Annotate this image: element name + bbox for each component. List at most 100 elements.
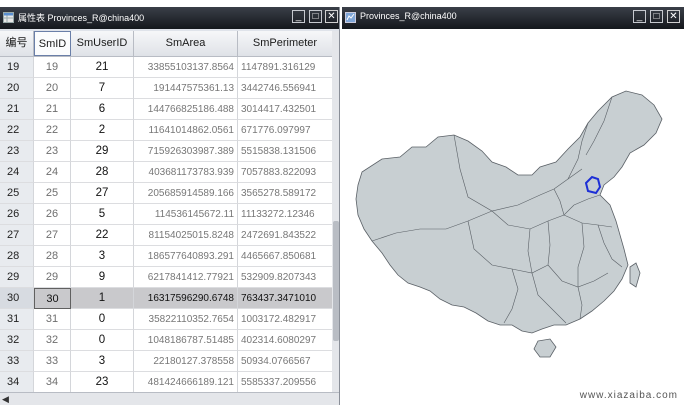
smid-cell[interactable]: 22	[34, 120, 71, 141]
attribute-table-titlebar[interactable]: 属性表 Provinces_R@china400 _ □ ✕	[0, 7, 339, 29]
row-number-cell[interactable]: 24	[0, 162, 34, 183]
smarea-cell[interactable]: 481424666189.121	[134, 372, 238, 392]
smarea-cell[interactable]: 191447575361.13	[134, 78, 238, 99]
smid-cell[interactable]: 28	[34, 246, 71, 267]
row-number-cell[interactable]: 26	[0, 204, 34, 225]
china-map[interactable]	[342, 29, 684, 405]
smperimeter-cell[interactable]: 50934.0766567	[238, 351, 332, 372]
smid-cell[interactable]: 24	[34, 162, 71, 183]
smid-cell[interactable]: 23	[34, 141, 71, 162]
smuserid-cell[interactable]: 7	[71, 78, 134, 99]
smarea-cell[interactable]: 81154025015.8248	[134, 225, 238, 246]
hainan-shape[interactable]	[533, 338, 557, 358]
smuserid-cell[interactable]: 0	[71, 330, 134, 351]
smuserid-cell[interactable]: 9	[71, 267, 134, 288]
taiwan-shape[interactable]	[629, 262, 641, 288]
row-number-cell[interactable]: 30	[0, 288, 34, 309]
smperimeter-cell[interactable]: 1147891.316129	[238, 57, 332, 78]
smarea-cell[interactable]: 16317596290.6748	[134, 288, 238, 309]
smuserid-cell[interactable]: 2	[71, 120, 134, 141]
map-maximize-button[interactable]: □	[650, 10, 663, 23]
smperimeter-cell[interactable]: 7057883.822093	[238, 162, 332, 183]
smperimeter-cell[interactable]: 1003172.482917	[238, 309, 332, 330]
vertical-scroll-thumb[interactable]	[333, 221, 339, 341]
maximize-button[interactable]: □	[309, 10, 322, 23]
row-number-cell[interactable]: 19	[0, 57, 34, 78]
row-number-cell[interactable]: 25	[0, 183, 34, 204]
smarea-cell[interactable]: 22180127.378558	[134, 351, 238, 372]
smperimeter-cell[interactable]: 5585337.209556	[238, 372, 332, 392]
smuserid-cell[interactable]: 3	[71, 246, 134, 267]
smuserid-cell[interactable]: 1	[71, 288, 134, 309]
smperimeter-cell[interactable]: 763437.3471010	[238, 288, 332, 309]
row-number-cell[interactable]: 34	[0, 372, 34, 392]
row-number-cell[interactable]: 21	[0, 99, 34, 120]
column-header-smuserid[interactable]: SmUserID	[71, 31, 134, 56]
row-number-cell[interactable]: 20	[0, 78, 34, 99]
smuserid-cell[interactable]: 29	[71, 141, 134, 162]
smid-cell[interactable]: 21	[34, 99, 71, 120]
smid-cell[interactable]: 19	[34, 57, 71, 78]
smarea-cell[interactable]: 35822110352.7654	[134, 309, 238, 330]
smid-cell[interactable]: 20	[34, 78, 71, 99]
smarea-cell[interactable]: 6217841412.77921	[134, 267, 238, 288]
column-header-smperimeter[interactable]: SmPerimeter	[238, 31, 332, 56]
smarea-cell[interactable]: 205685914589.166	[134, 183, 238, 204]
smarea-cell[interactable]: 11641014862.0561	[134, 120, 238, 141]
close-button[interactable]: ✕	[325, 10, 338, 23]
smarea-cell[interactable]: 186577640893.291	[134, 246, 238, 267]
smperimeter-cell[interactable]: 3565278.589172	[238, 183, 332, 204]
row-number-cell[interactable]: 32	[0, 330, 34, 351]
smuserid-cell[interactable]: 21	[71, 57, 134, 78]
smperimeter-cell[interactable]: 3014417.432501	[238, 99, 332, 120]
smarea-cell[interactable]: 114536145672.11	[134, 204, 238, 225]
smid-cell[interactable]: 27	[34, 225, 71, 246]
column-header-smid[interactable]: SmID	[34, 31, 71, 56]
smperimeter-cell[interactable]: 5515838.131506	[238, 141, 332, 162]
smid-cell[interactable]: 29	[34, 267, 71, 288]
smarea-cell[interactable]: 144766825186.488	[134, 99, 238, 120]
smuserid-cell[interactable]: 6	[71, 99, 134, 120]
smperimeter-cell[interactable]: 532909.8207343	[238, 267, 332, 288]
scroll-left-arrow-icon[interactable]: ◀	[2, 394, 9, 405]
map-minimize-button[interactable]: _	[633, 10, 646, 23]
horizontal-scrollbar[interactable]: ◀	[0, 392, 339, 405]
smarea-cell[interactable]: 403681173783.939	[134, 162, 238, 183]
smperimeter-cell[interactable]: 402314.6080297	[238, 330, 332, 351]
row-number-cell[interactable]: 29	[0, 267, 34, 288]
smperimeter-cell[interactable]: 4465667.850681	[238, 246, 332, 267]
map-titlebar[interactable]: Provinces_R@china400 _ □ ✕	[342, 7, 684, 29]
smperimeter-cell[interactable]: 2472691.843522	[238, 225, 332, 246]
smid-cell[interactable]: 30	[34, 288, 71, 309]
smarea-cell[interactable]: 1048186787.51485	[134, 330, 238, 351]
smuserid-cell[interactable]: 23	[71, 372, 134, 392]
smid-cell[interactable]: 25	[34, 183, 71, 204]
row-number-cell[interactable]: 33	[0, 351, 34, 372]
row-number-cell[interactable]: 28	[0, 246, 34, 267]
attribute-grid[interactable]: 编号 SmID SmUserID SmArea SmPerimeter 19 19…	[0, 31, 332, 392]
smarea-cell[interactable]: 33855103137.8564	[134, 57, 238, 78]
smuserid-cell[interactable]: 28	[71, 162, 134, 183]
mainland-china-shape[interactable]	[355, 90, 663, 334]
smid-cell[interactable]: 31	[34, 309, 71, 330]
minimize-button[interactable]: _	[292, 10, 305, 23]
smuserid-cell[interactable]: 3	[71, 351, 134, 372]
column-header-num[interactable]: 编号	[0, 31, 34, 56]
row-number-cell[interactable]: 22	[0, 120, 34, 141]
vertical-scrollbar[interactable]	[332, 31, 339, 392]
map-close-button[interactable]: ✕	[667, 10, 680, 23]
smuserid-cell[interactable]: 5	[71, 204, 134, 225]
smperimeter-cell[interactable]: 671776.097997	[238, 120, 332, 141]
row-number-cell[interactable]: 31	[0, 309, 34, 330]
column-header-smarea[interactable]: SmArea	[134, 31, 238, 56]
smid-cell[interactable]: 26	[34, 204, 71, 225]
smid-cell[interactable]: 33	[34, 351, 71, 372]
row-number-cell[interactable]: 27	[0, 225, 34, 246]
row-number-cell[interactable]: 23	[0, 141, 34, 162]
smuserid-cell[interactable]: 0	[71, 309, 134, 330]
smperimeter-cell[interactable]: 11133272.12346	[238, 204, 332, 225]
smarea-cell[interactable]: 715926303987.389	[134, 141, 238, 162]
smid-cell[interactable]: 34	[34, 372, 71, 392]
smid-cell[interactable]: 32	[34, 330, 71, 351]
smuserid-cell[interactable]: 27	[71, 183, 134, 204]
